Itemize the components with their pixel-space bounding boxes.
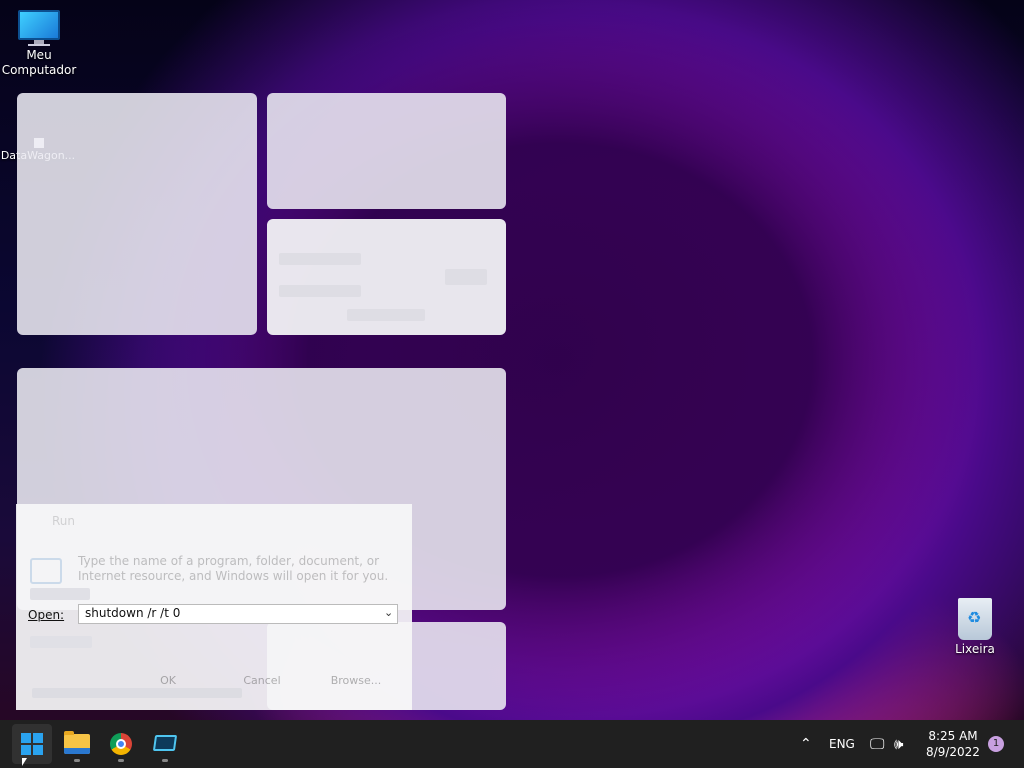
run-icon [30, 558, 62, 584]
clock-time: 8:25 AM [928, 729, 978, 743]
browse-button[interactable]: Browse... [320, 670, 392, 692]
recycle-bin-icon: ♻ [958, 598, 992, 640]
chevron-up-icon[interactable]: ⌃ [800, 720, 812, 768]
ghost-panel-mid-right [267, 219, 506, 335]
clock[interactable]: 8:25 AM 8/9/2022 [922, 728, 984, 760]
windows-start-icon [21, 733, 43, 755]
volume-icon[interactable]: 🕪 [894, 720, 903, 768]
run-dialog-description: Type the name of a program, folder, docu… [78, 554, 389, 583]
remote-desktop-icon [152, 735, 178, 751]
taskbar-chrome[interactable] [101, 724, 141, 764]
language-indicator[interactable]: ENG [829, 720, 855, 768]
run-dialog: Run Type the name of a program, folder, … [16, 504, 412, 710]
ghost-panel-large [17, 93, 257, 335]
clock-date: 8/9/2022 [926, 745, 980, 759]
folder-icon [64, 731, 90, 754]
desktop-icon-label: Lixeira [955, 642, 995, 656]
open-label: Open: [28, 608, 65, 622]
desktop-icon-lixeira[interactable]: ♻ Lixeira [935, 598, 1015, 657]
taskbar: ⌃ ENG 🖵 🕪 8:25 AM 8/9/2022 [0, 720, 1024, 768]
chrome-icon [110, 733, 132, 755]
notification-badge[interactable]: 1 [988, 736, 1004, 752]
network-icon[interactable]: 🖵 [870, 720, 884, 768]
mouse-cursor-icon [22, 758, 27, 766]
taskbar-remote-desktop[interactable] [145, 724, 185, 764]
ghost-panel-top-right [267, 93, 506, 209]
desktop-icon-label: Meu Computador [1, 48, 77, 77]
start-button[interactable] [12, 724, 52, 764]
monitor-icon [18, 10, 60, 46]
taskbar-file-explorer[interactable] [57, 724, 97, 764]
desktop-icon-meu-computador[interactable]: Meu Computador [0, 10, 79, 78]
run-dialog-title: Run [52, 514, 76, 528]
chevron-down-icon[interactable]: ⌄ [384, 606, 393, 619]
command-input[interactable]: shutdown /r /t 0 [78, 604, 398, 624]
